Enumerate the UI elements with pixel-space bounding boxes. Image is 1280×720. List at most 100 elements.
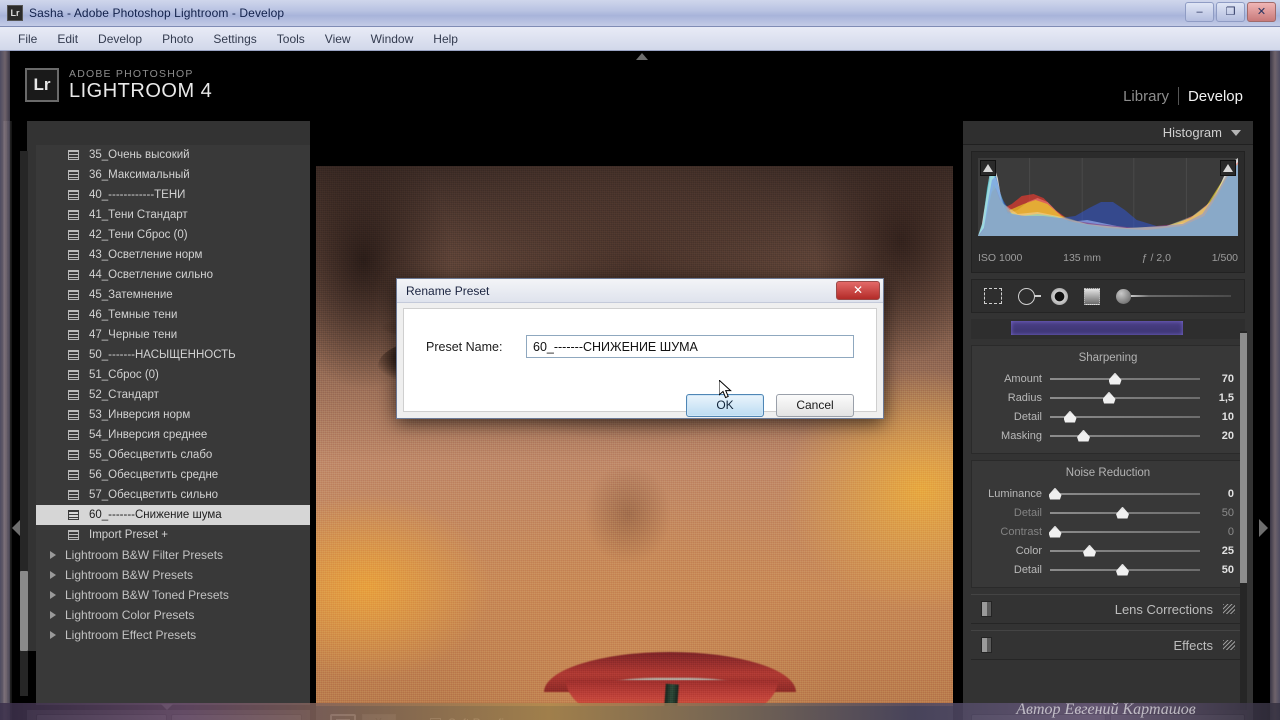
slider-knob[interactable] <box>1102 391 1116 404</box>
preset-group[interactable]: Lightroom Effect Presets <box>36 625 310 645</box>
preset-item[interactable]: 52_Стандарт <box>36 385 310 405</box>
right-panel-scrollbar-thumb[interactable] <box>1240 333 1247 583</box>
sharpening-title: Sharpening <box>1078 352 1138 364</box>
menu-edit[interactable]: Edit <box>47 30 88 48</box>
noise-contrast-slider[interactable] <box>1048 525 1200 538</box>
presets-scrollbar-thumb[interactable] <box>20 571 28 651</box>
slider-knob[interactable] <box>1108 372 1122 385</box>
shadow-clipping-indicator[interactable] <box>980 160 996 176</box>
preset-item[interactable]: 43_Осветление норм <box>36 245 310 265</box>
sharpening-radius-value[interactable]: 1,5 <box>1200 392 1234 404</box>
preset-item[interactable]: 56_Обесцветить средне <box>36 465 310 485</box>
histogram-disclosure-icon[interactable] <box>1231 129 1241 136</box>
crop-overlay-icon[interactable] <box>984 288 1002 304</box>
menu-tools[interactable]: Tools <box>267 30 315 48</box>
menu-view[interactable]: View <box>315 30 361 48</box>
preset-item[interactable]: 47_Черные тени <box>36 325 310 345</box>
sharpening-detail-slider[interactable] <box>1050 410 1200 423</box>
group-disclosure-icon[interactable] <box>50 591 56 599</box>
identity-plate[interactable]: Lr ADOBE PHOTOSHOP LIGHTROOM 4 <box>25 68 212 102</box>
noise-detail-slider[interactable] <box>1050 563 1200 576</box>
tone-curve-strip[interactable] <box>971 319 1245 339</box>
lens-corrections-toggle-icon[interactable] <box>981 601 992 617</box>
slider-knob[interactable] <box>1048 525 1062 538</box>
preset-item-selected[interactable]: 60_-------Снижение шума <box>36 505 310 525</box>
preset-name-input[interactable] <box>526 335 854 358</box>
preset-item[interactable]: 57_Обесцветить сильно <box>36 485 310 505</box>
preset-label: 51_Сброс (0) <box>89 369 159 381</box>
sharpening-amount-slider[interactable] <box>1050 372 1200 385</box>
close-button[interactable]: ✕ <box>1247 2 1276 22</box>
preset-group[interactable]: Lightroom Color Presets <box>36 605 310 625</box>
preset-label: 47_Черные тени <box>89 329 178 341</box>
noise-luminance-value[interactable]: 0 <box>1200 488 1234 500</box>
effects-toggle-icon[interactable] <box>981 637 992 653</box>
noise-detail-slider[interactable] <box>1050 506 1200 519</box>
module-develop[interactable]: Develop <box>1179 88 1252 105</box>
cancel-button[interactable]: Cancel <box>776 394 854 417</box>
preset-item[interactable]: 42_Тени Сброс (0) <box>36 225 310 245</box>
collapse-right-panel-arrow[interactable] <box>1259 519 1268 537</box>
sharpening-masking-slider[interactable] <box>1050 429 1200 442</box>
slider-knob[interactable] <box>1083 544 1096 557</box>
minimize-button[interactable]: – <box>1185 2 1214 22</box>
preset-item[interactable]: 51_Сброс (0) <box>36 365 310 385</box>
menu-window[interactable]: Window <box>361 30 424 48</box>
lens-corrections-panel[interactable]: Lens Corrections <box>971 594 1245 624</box>
sharpening-masking-value[interactable]: 20 <box>1200 430 1234 442</box>
preset-group[interactable]: Lightroom B&W Filter Presets <box>36 545 310 565</box>
module-library[interactable]: Library <box>1114 88 1178 105</box>
graduated-filter-icon[interactable] <box>1084 287 1100 305</box>
preset-item[interactable]: 55_Обесцветить слабо <box>36 445 310 465</box>
preset-item[interactable]: 54_Инверсия среднее <box>36 425 310 445</box>
preset-item[interactable]: 44_Осветление сильно <box>36 265 310 285</box>
preset-item[interactable]: 45_Затемнение <box>36 285 310 305</box>
preset-item[interactable]: 53_Инверсия норм <box>36 405 310 425</box>
group-disclosure-icon[interactable] <box>50 611 56 619</box>
histogram-plot[interactable] <box>978 158 1238 236</box>
sharpening-radius-slider[interactable] <box>1050 391 1200 404</box>
menu-help[interactable]: Help <box>423 30 468 48</box>
group-disclosure-icon[interactable] <box>50 551 56 559</box>
effects-panel[interactable]: Effects <box>971 630 1245 660</box>
preset-item[interactable]: 46_Темные тени <box>36 305 310 325</box>
sharpening-amount-value[interactable]: 70 <box>1200 373 1234 385</box>
preset-item[interactable]: Import Preset + <box>36 525 310 545</box>
noise-detail-value[interactable]: 50 <box>1200 507 1234 519</box>
menu-settings[interactable]: Settings <box>203 30 266 48</box>
sharpening-detail-value[interactable]: 10 <box>1200 411 1234 423</box>
preset-group[interactable]: Lightroom B&W Presets <box>36 565 310 585</box>
dialog-close-button[interactable]: ✕ <box>836 281 880 300</box>
slider-knob[interactable] <box>1116 563 1129 576</box>
preset-group[interactable]: Lightroom B&W Toned Presets <box>36 585 310 605</box>
group-disclosure-icon[interactable] <box>50 631 56 639</box>
noise-color-value[interactable]: 25 <box>1200 545 1234 557</box>
slider-knob[interactable] <box>1077 429 1090 442</box>
menu-file[interactable]: File <box>8 30 47 48</box>
highlight-clipping-indicator[interactable] <box>1220 160 1236 176</box>
maximize-button[interactable]: ❐ <box>1216 2 1245 22</box>
slider-knob[interactable] <box>1048 487 1062 500</box>
preset-item[interactable]: 36_Максимальный <box>36 165 310 185</box>
preset-item[interactable]: 50_-------НАСЫЩЕННОСТЬ <box>36 345 310 365</box>
image-preview-area[interactable] <box>316 166 953 706</box>
slider-knob[interactable] <box>1116 506 1129 519</box>
noise-detail-value[interactable]: 50 <box>1200 564 1234 576</box>
noise-color-slider[interactable] <box>1050 544 1200 557</box>
top-panel-toggle-arrow[interactable] <box>634 51 650 61</box>
noise-luminance-slider[interactable] <box>1048 487 1200 500</box>
menu-photo[interactable]: Photo <box>152 30 203 48</box>
slider-knob[interactable] <box>1063 410 1077 423</box>
ok-button[interactable]: OK <box>686 394 764 417</box>
adjustment-brush-icon[interactable] <box>1116 288 1231 304</box>
preset-label: 50_-------НАСЫЩЕННОСТЬ <box>89 349 236 361</box>
spot-removal-icon[interactable] <box>1018 287 1041 305</box>
noise-contrast-value[interactable]: 0 <box>1200 526 1234 538</box>
preset-item[interactable]: 40_------------ТЕНИ <box>36 185 310 205</box>
group-disclosure-icon[interactable] <box>50 571 56 579</box>
histogram-header[interactable]: Histogram <box>963 121 1253 145</box>
preset-item[interactable]: 41_Тени Стандарт <box>36 205 310 225</box>
preset-item[interactable]: 35_Очень высокий <box>36 145 310 165</box>
red-eye-icon[interactable] <box>1051 287 1068 305</box>
menu-develop[interactable]: Develop <box>88 30 152 48</box>
